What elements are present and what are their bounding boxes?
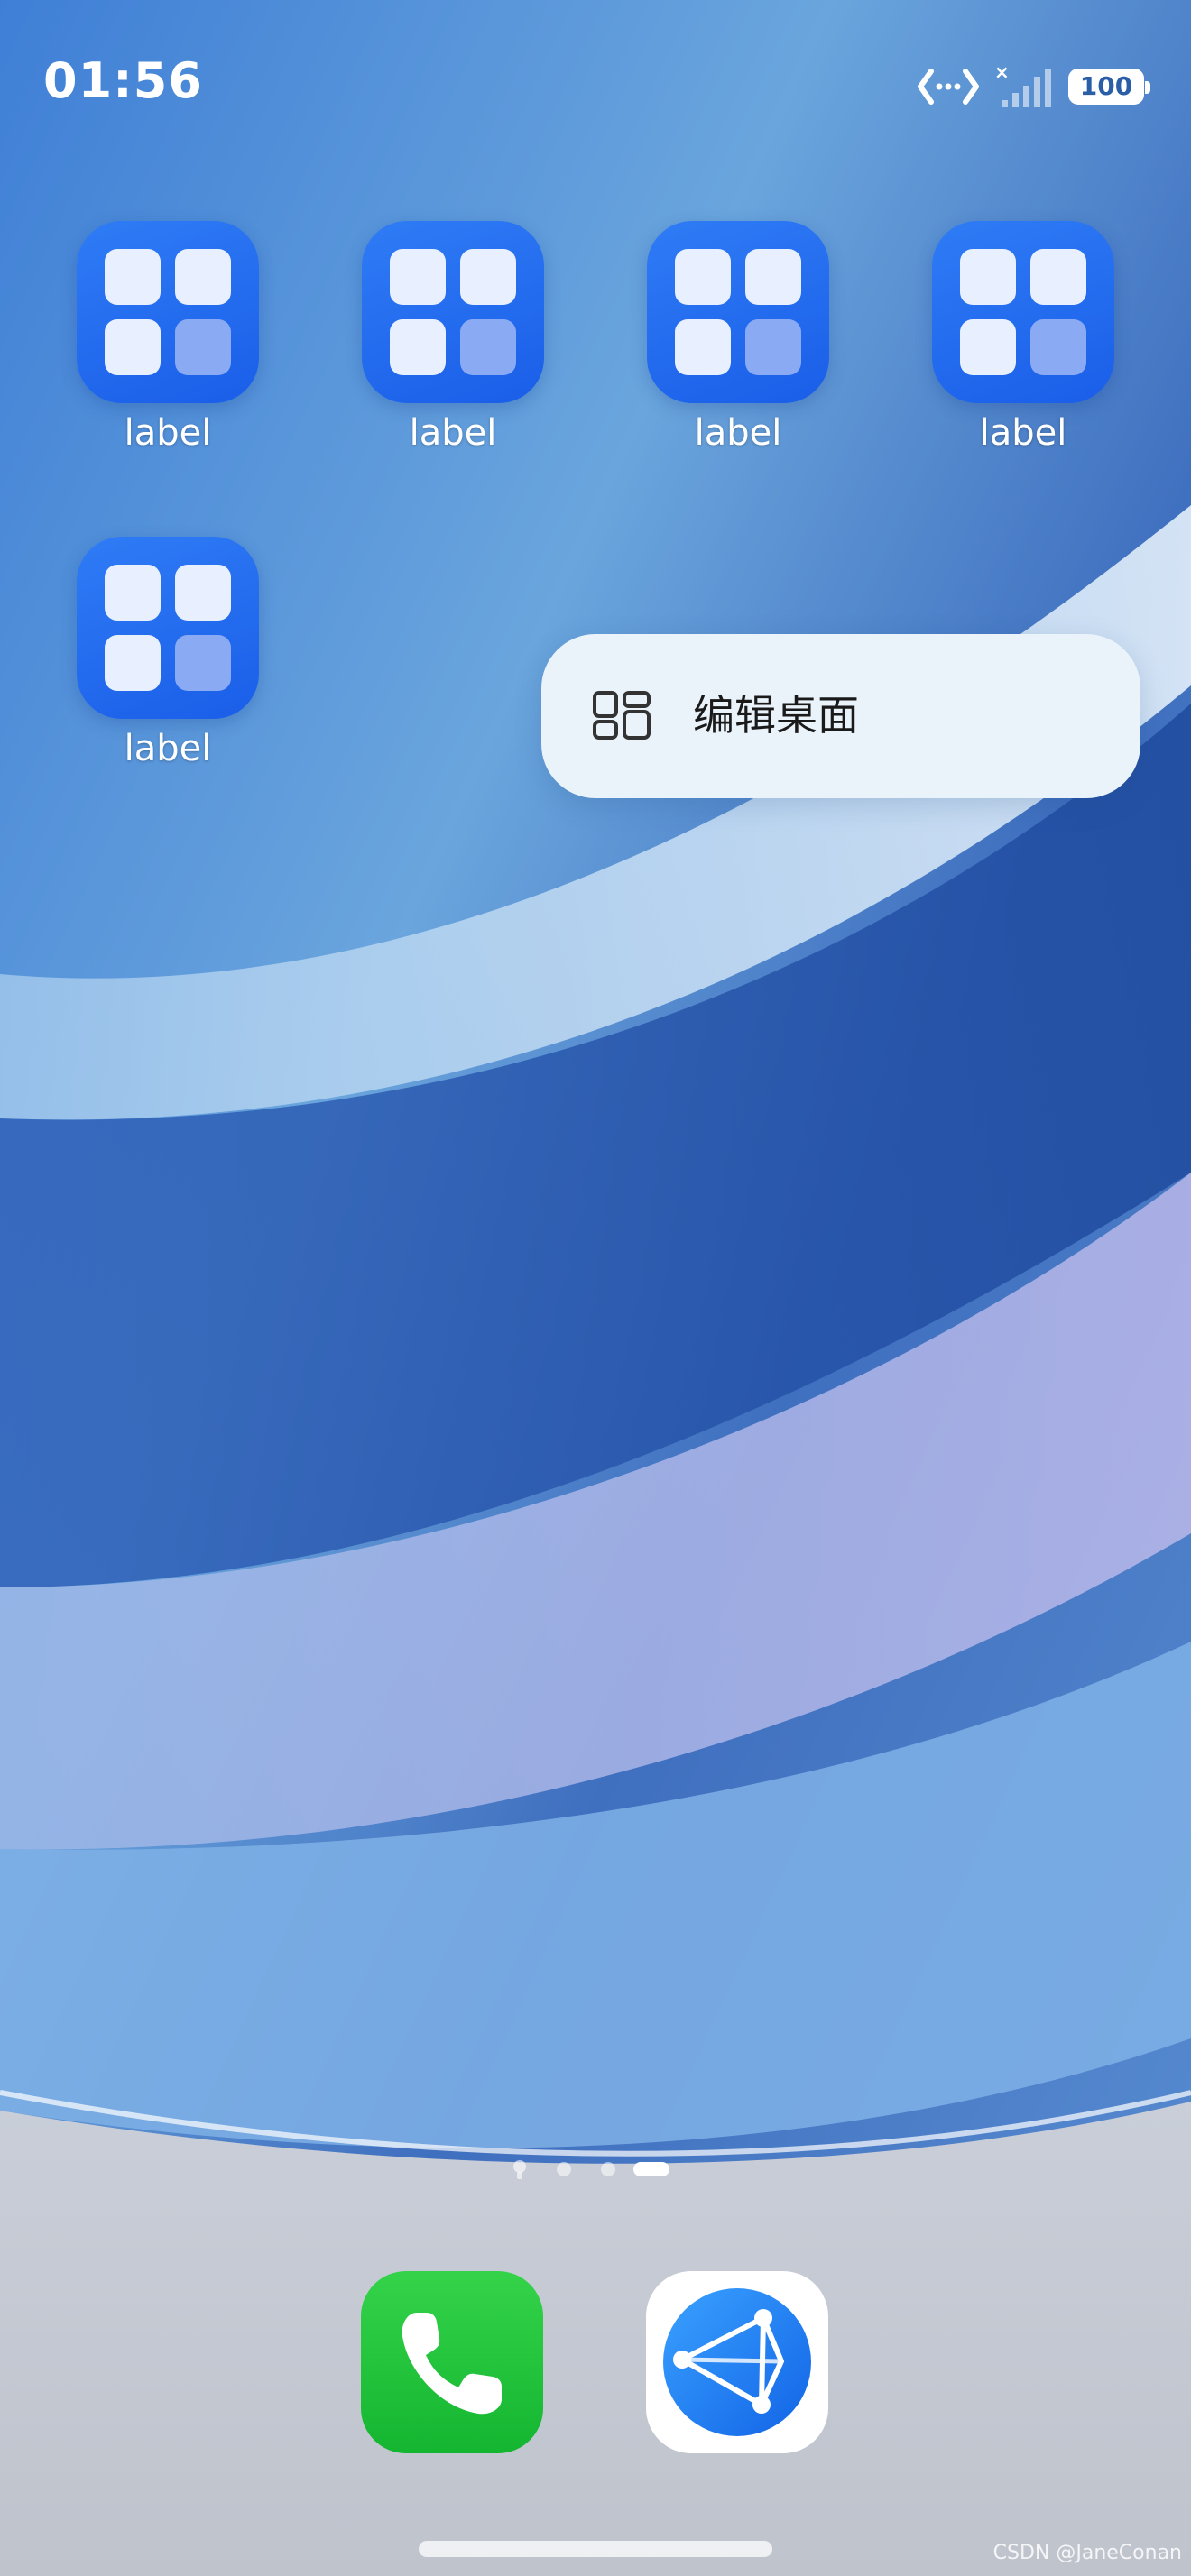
browser-globe-icon [663,2288,811,2436]
page-dot-active [633,2162,669,2176]
data-transfer-icon [918,69,979,105]
status-bar: 01:56 × 100 [0,0,1191,171]
grid-app-icon[interactable] [647,221,829,403]
edit-desktop-label: 编辑桌面 [693,691,859,740]
no-service-mark: × [994,64,1010,83]
context-menu-edit-desktop[interactable]: 编辑桌面 [541,634,1140,798]
phone-app[interactable] [361,2271,543,2453]
page-dot [601,2162,615,2176]
app-label: label [124,728,212,769]
phone-icon [402,2313,502,2415]
browser-app[interactable] [646,2271,828,2453]
home-indicator[interactable] [419,2541,772,2557]
dock [0,2201,1191,2576]
battery-level: 100 [1079,71,1133,101]
app-5[interactable]: label [60,537,276,769]
app-label: label [694,412,782,454]
status-time: 01:56 [43,52,203,109]
app-3[interactable]: label [630,221,846,454]
battery-cap [1145,81,1150,94]
grid-app-icon[interactable] [77,221,259,403]
app-label: label [409,412,497,454]
app-label: label [979,412,1067,454]
app-1[interactable]: label [60,221,276,454]
signal-no-service-icon: × [994,64,1051,107]
app-label: label [124,412,212,454]
grid-app-icon[interactable] [77,537,259,719]
grid-app-icon[interactable] [362,221,544,403]
app-4[interactable]: label [915,221,1131,454]
page-indicator[interactable] [505,2156,686,2183]
battery-icon: 100 [1068,69,1150,105]
status-icons: × 100 [917,60,1150,114]
grid-app-icon[interactable] [932,221,1114,403]
search-page-dot-icon [513,2160,526,2179]
app-2[interactable]: label [345,221,561,454]
page-dot [557,2162,571,2176]
watermark: CSDN @JaneConan [992,2542,1182,2564]
layout-grid-icon [593,691,651,740]
